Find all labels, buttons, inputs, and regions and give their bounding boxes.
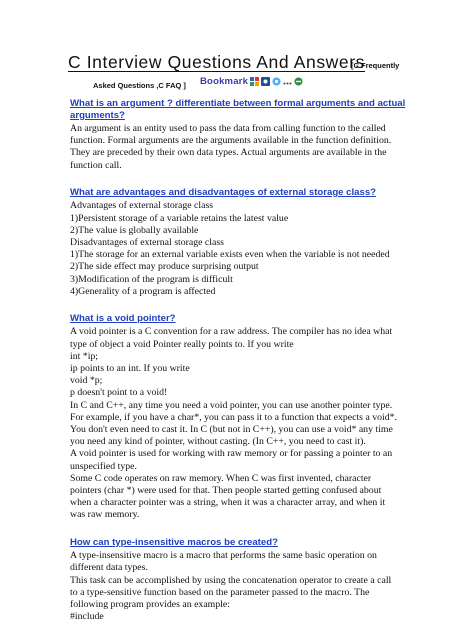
answer-line: In C and C++, any time you need a void p…	[70, 399, 393, 411]
title-row: C Interview Questions And Answers [C Fre…	[68, 52, 463, 90]
answer-line: pointers (char *) were used for that. Th…	[70, 485, 382, 497]
answer-line: function call.	[70, 159, 122, 171]
answer-line: 2)The value is globally available	[70, 224, 199, 236]
answer-line: This task can be accomplished by using t…	[70, 574, 392, 586]
question-heading[interactable]: What is an argument ? differentiate betw…	[70, 98, 406, 121]
bookmark-service-icon[interactable]	[250, 76, 260, 86]
answer-line: int *ip;	[70, 350, 99, 362]
answer-line: 3)Modification of the program is difficu…	[70, 273, 233, 285]
answer-line: 2)The side effect may produce surprising…	[70, 261, 259, 273]
answer-line: You don't even need to cast it. In C (bu…	[70, 424, 393, 436]
answer-line: An argument is an entity used to pass th…	[70, 123, 386, 134]
answer-line: p doesn't point to a void!	[70, 387, 168, 399]
title-suffix-continued: Asked Questions ,C FAQ ]	[93, 81, 186, 90]
page-title: C Interview Questions And Answers	[68, 52, 366, 72]
question-heading[interactable]: How can type-insensitive macros be creat…	[70, 537, 406, 549]
answer-line: was raw memory.	[70, 509, 140, 521]
answer-line: when a character pointer was a string, w…	[70, 497, 386, 509]
answer-line: 4)Generality of a program is affected	[70, 285, 216, 297]
technorati-icon[interactable]	[294, 77, 303, 86]
more-icon[interactable]	[283, 77, 292, 86]
answer-line: A type-insensitive macro is a macro that…	[70, 550, 377, 562]
answer-line: For example, if you have a char*, you ca…	[70, 411, 398, 423]
answer-line: 1)Persistent storage of a variable retai…	[70, 212, 289, 224]
qa-section: What is a void pointer? A void pointer i…	[70, 313, 406, 522]
title-suffix: [C Frequently	[351, 61, 400, 70]
answer-line: Some C code operates on raw memory. When…	[70, 472, 372, 484]
answer-line: following program provides an example:	[70, 599, 230, 610]
answer-line: Advantages of external storage class	[70, 200, 214, 212]
question-heading[interactable]: What are advantages and disadvantages of…	[70, 187, 406, 199]
answer-line: ip points to an int. If you write	[70, 363, 190, 375]
answer-line: different data types.	[70, 562, 148, 574]
answer-line: function. Formal arguments are the argum…	[70, 135, 392, 147]
answer-line: to a type-sensitive function based on th…	[70, 586, 370, 598]
answer-line: Disadvantages of external storage class	[70, 236, 224, 248]
qa-section: How can type-insensitive macros be creat…	[70, 537, 406, 624]
answer-line: A void pointer is used for working with …	[70, 448, 393, 460]
answer-line: #include	[70, 611, 104, 623]
document-content: What is an argument ? differentiate betw…	[70, 98, 406, 638]
digg-icon[interactable]	[261, 76, 271, 86]
answer-line: type of object a void Pointer really poi…	[70, 338, 294, 350]
answer-line: unspecified type.	[70, 460, 137, 472]
share-icon[interactable]	[272, 77, 281, 86]
bookmark-link[interactable]: Bookmark	[200, 76, 248, 87]
answer-line: void *p;	[70, 375, 103, 387]
document-page: C Interview Questions And Answers [C Fre…	[0, 0, 474, 632]
answer-line: They are preceded by their own data type…	[70, 147, 387, 159]
qa-section: What are advantages and disadvantages of…	[70, 187, 406, 298]
bookmark-widget[interactable]: Bookmark	[200, 73, 303, 89]
answer-line: you need any kind of pointer, without ca…	[70, 436, 366, 448]
answer-line: A void pointer is a C convention for a r…	[70, 326, 393, 338]
question-heading[interactable]: What is a void pointer?	[70, 313, 406, 325]
qa-section: What is an argument ? differentiate betw…	[70, 98, 406, 172]
answer-line: 1)The storage for an external variable e…	[70, 249, 390, 261]
